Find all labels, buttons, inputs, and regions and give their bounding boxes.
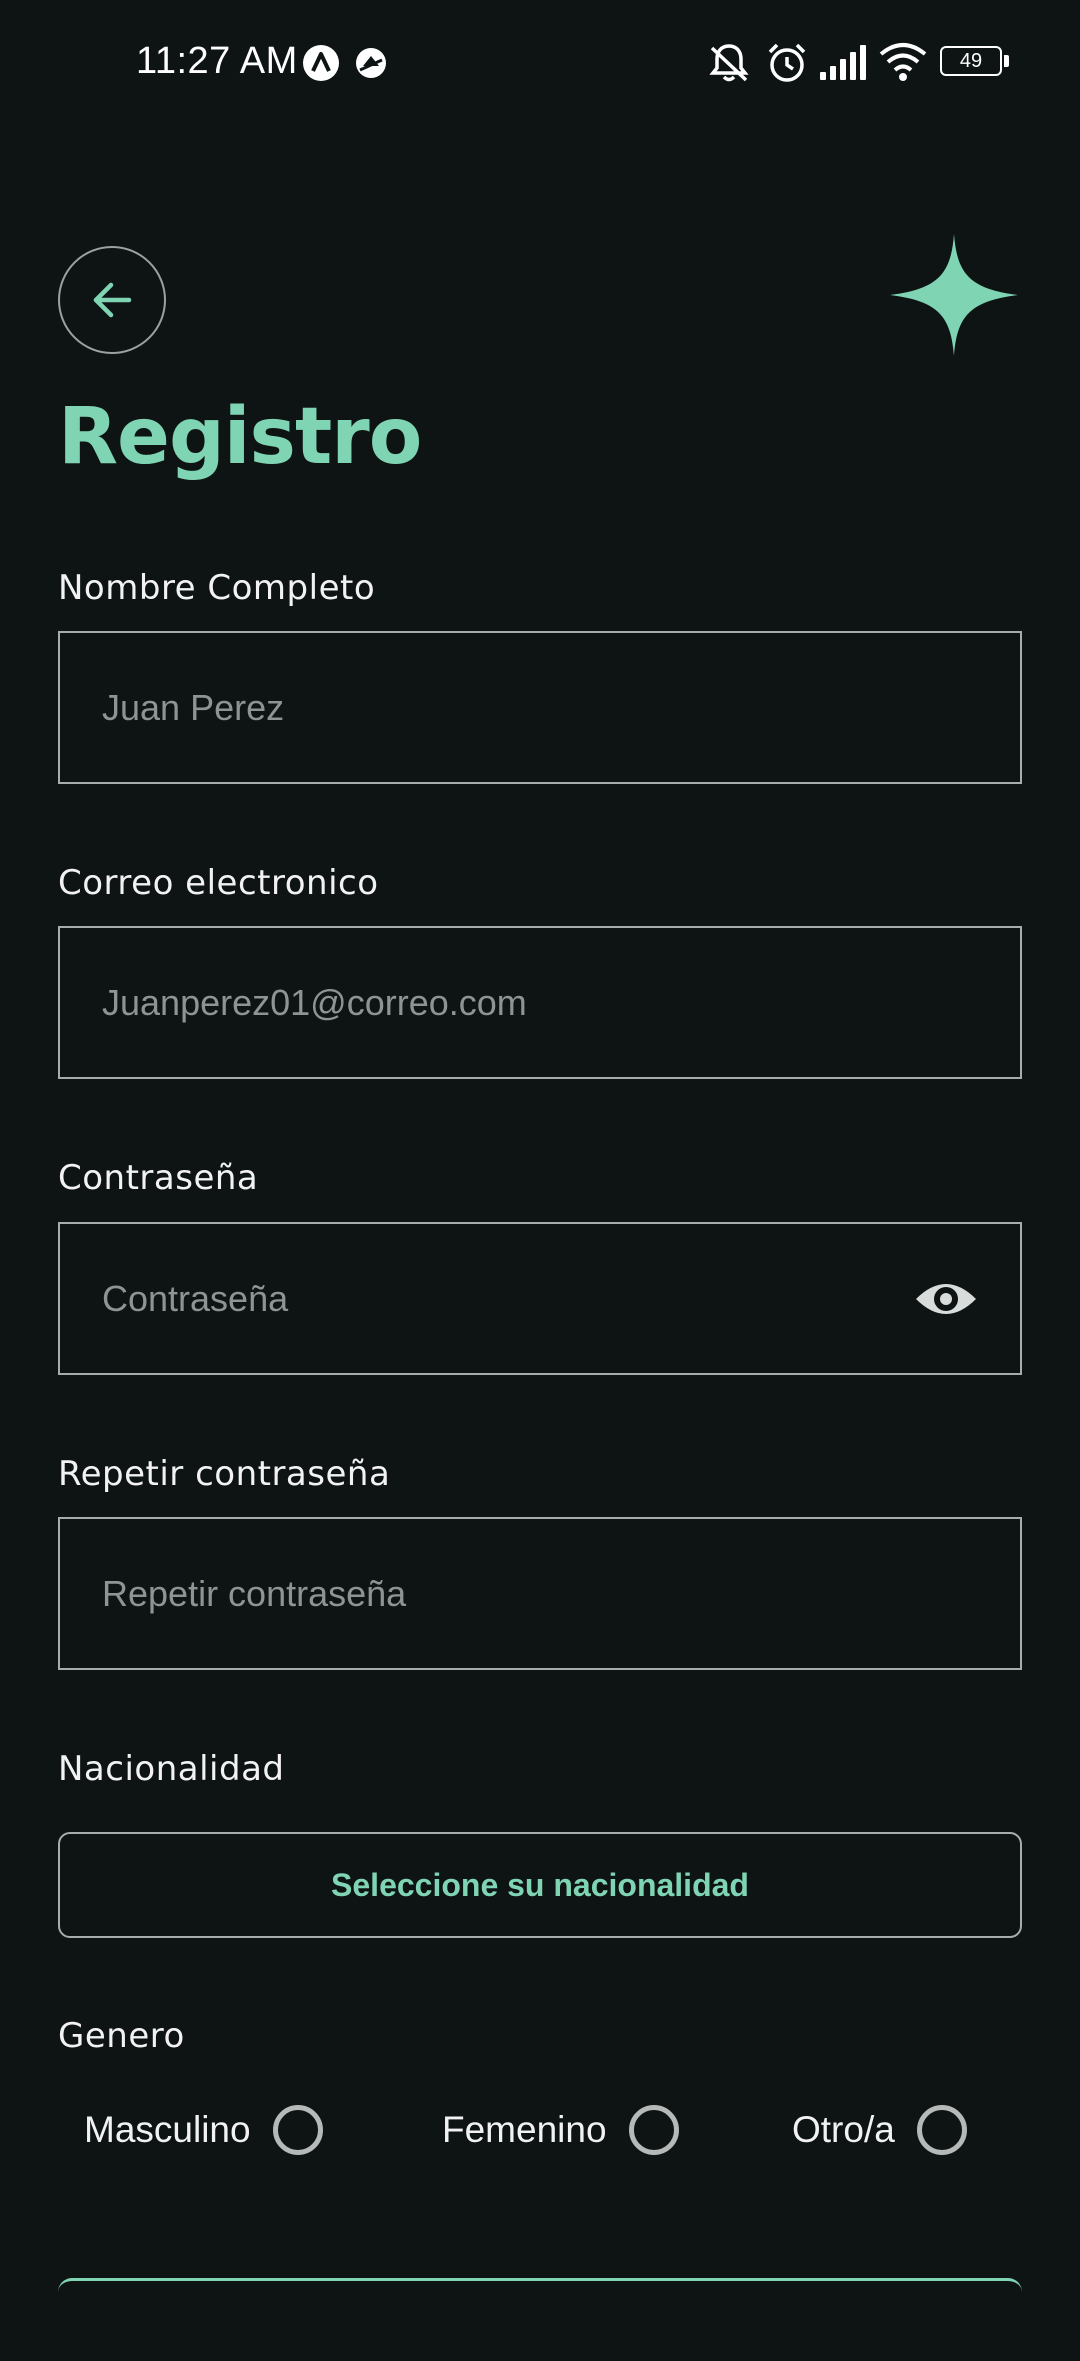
gender-option-label: Otro/a xyxy=(792,2109,895,2150)
wifi-icon xyxy=(879,43,927,81)
mute-icon xyxy=(709,44,749,82)
back-button[interactable] xyxy=(58,246,166,354)
repeat-password-input[interactable]: Repetir contraseña xyxy=(58,1517,1022,1670)
email-input[interactable]: Juanperez01@correo.com xyxy=(58,926,1022,1079)
gender-option-masculino[interactable]: Masculino xyxy=(84,2100,323,2160)
email-label: Correo electronico xyxy=(58,863,379,903)
full-name-input[interactable]: Juan Perez xyxy=(58,631,1022,784)
radio-button[interactable] xyxy=(916,2105,967,2155)
email-placeholder: Juanperez01@correo.com xyxy=(102,981,527,1023)
gender-radio-group: Masculino Femenino Otro/a xyxy=(0,2100,1080,2160)
nationality-select-button[interactable]: Seleccione su nacionalidad xyxy=(58,1832,1022,1938)
signal-icon xyxy=(820,45,866,80)
repeat-password-label: Repetir contraseña xyxy=(58,1454,391,1494)
radio-button[interactable] xyxy=(272,2105,323,2155)
repeat-password-placeholder: Repetir contraseña xyxy=(102,1572,407,1614)
arrow-left-icon xyxy=(93,282,132,318)
gender-option-femenino[interactable]: Femenino xyxy=(442,2100,679,2160)
submit-button-partial[interactable] xyxy=(58,2278,1022,2361)
gender-option-label: Femenino xyxy=(442,2109,607,2150)
password-placeholder: Contraseña xyxy=(102,1277,289,1319)
app-b-icon xyxy=(356,48,386,78)
four-point-star-icon xyxy=(890,234,1018,356)
password-input[interactable]: Contraseña xyxy=(58,1222,1022,1375)
nationality-label: Nacionalidad xyxy=(58,1749,285,1789)
full-name-label: Nombre Completo xyxy=(58,568,376,608)
gender-option-label: Masculino xyxy=(84,2109,251,2150)
radio-button[interactable] xyxy=(628,2105,679,2155)
battery-icon: 49 xyxy=(940,46,1010,78)
gender-option-otro[interactable]: Otro/a xyxy=(792,2100,967,2160)
alarm-icon xyxy=(768,43,806,82)
status-bar: 11:27 AM 49 xyxy=(0,0,1080,124)
password-label: Contraseña xyxy=(58,1158,259,1198)
eye-icon[interactable] xyxy=(914,1275,978,1323)
battery-level: 49 xyxy=(959,50,983,72)
app-a-icon xyxy=(303,45,339,81)
gender-label: Genero xyxy=(58,2016,185,2056)
page-title: Registro xyxy=(58,392,422,482)
status-time: 11:27 AM xyxy=(136,40,298,82)
full-name-placeholder: Juan Perez xyxy=(102,686,285,728)
